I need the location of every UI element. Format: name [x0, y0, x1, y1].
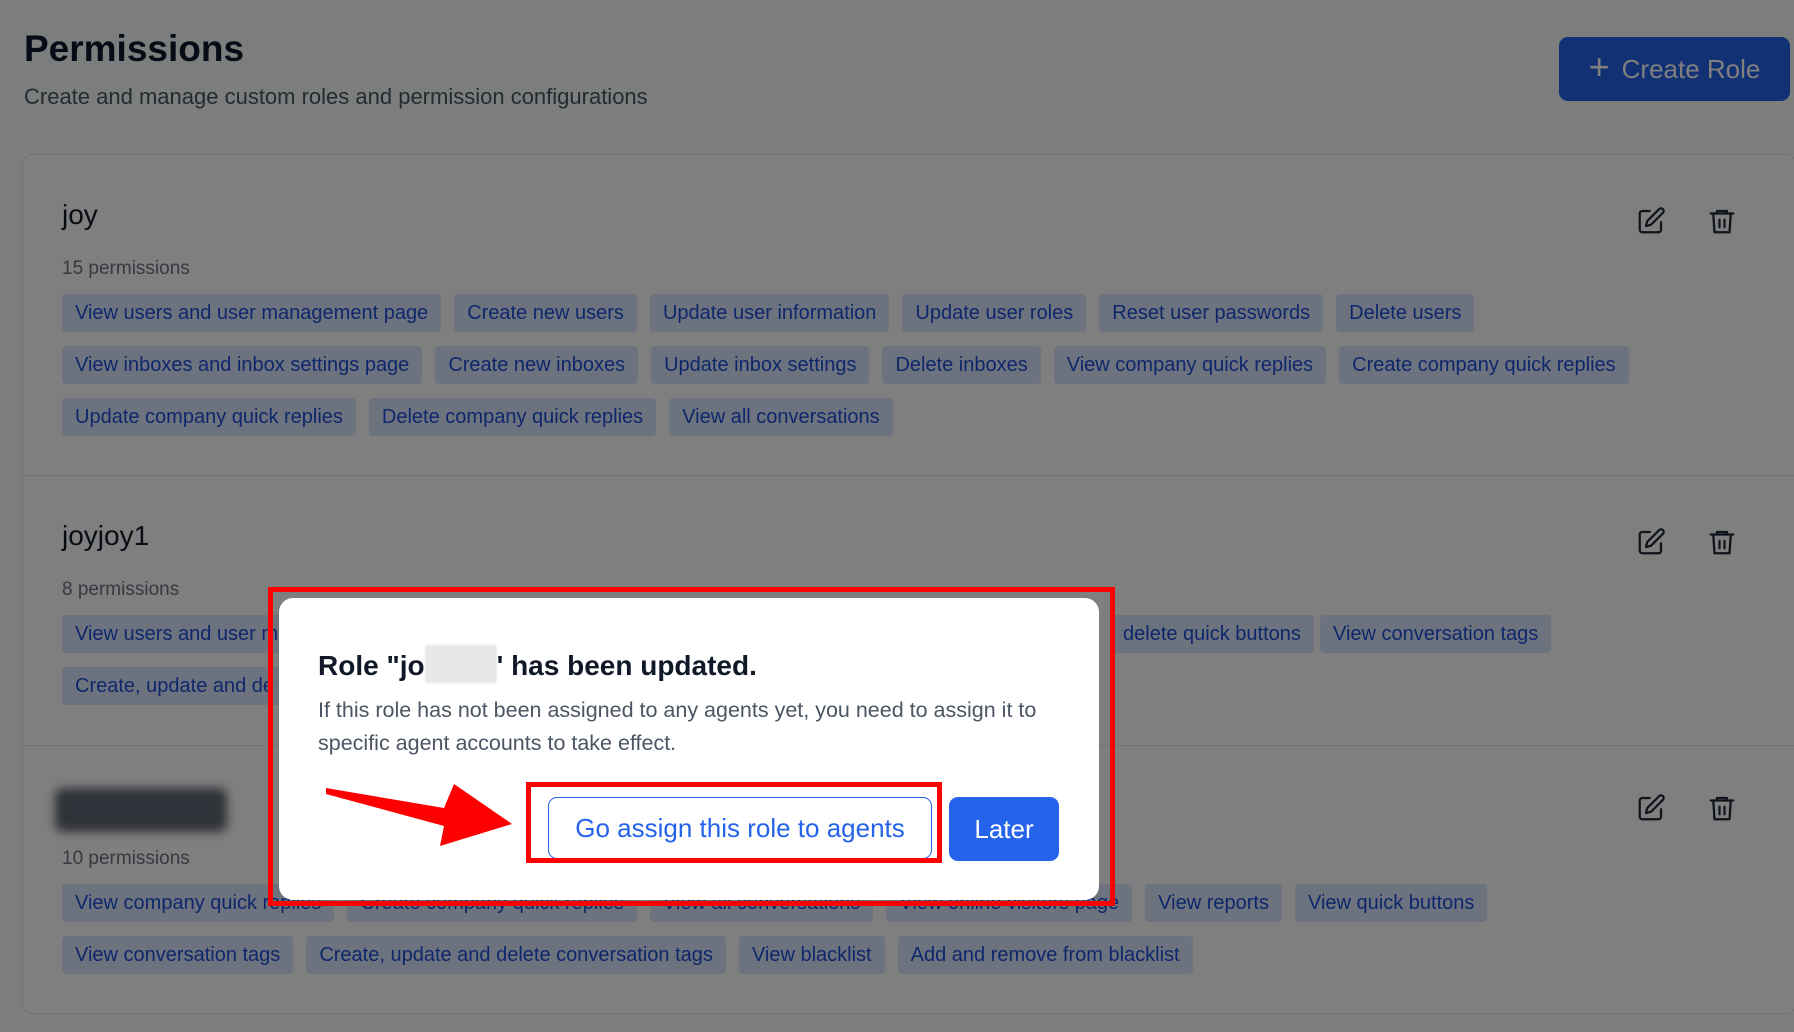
permissions-page: Permissions Create and manage custom rol…: [0, 0, 1794, 1032]
red-arrow-icon: [326, 784, 512, 846]
highlight-box-assign-button: [526, 782, 942, 863]
